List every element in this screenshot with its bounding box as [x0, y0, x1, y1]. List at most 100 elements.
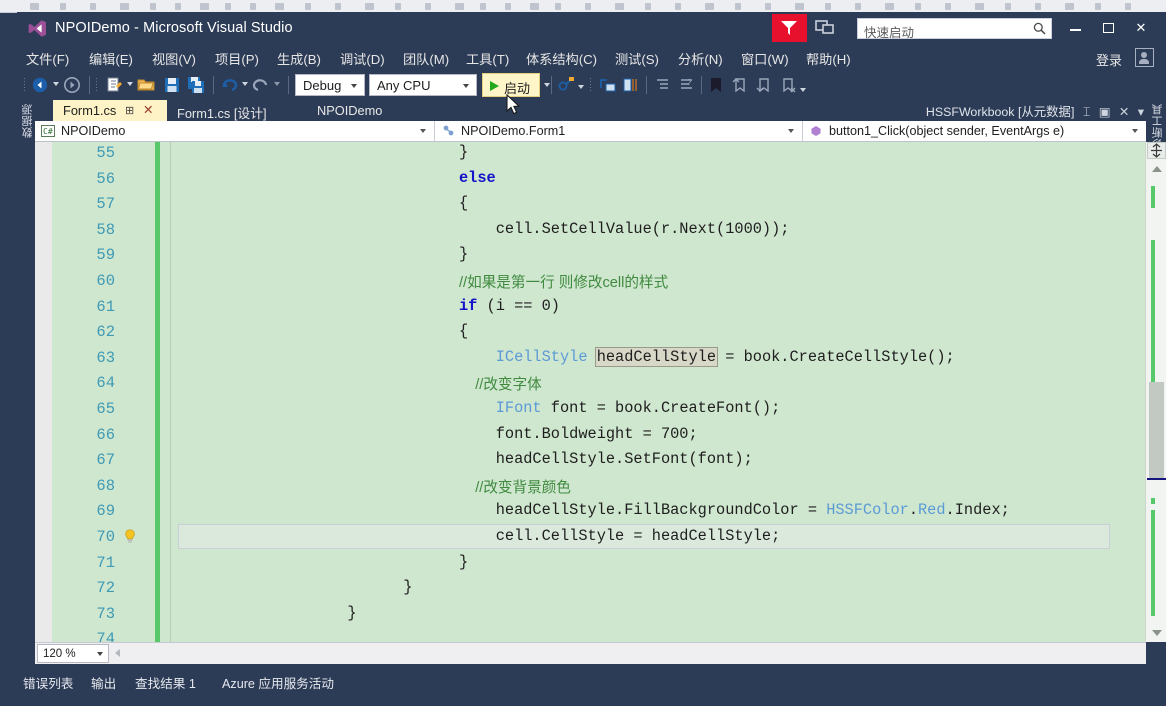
bottom-tab-3[interactable]: 查找结果 1: [135, 673, 196, 692]
menu-item-3[interactable]: 视图(V): [148, 47, 200, 70]
code-line[interactable]: 57 {: [35, 191, 1146, 217]
navbar-project-dropdown[interactable]: C# NPOIDemo: [35, 121, 435, 141]
code-line[interactable]: 58 cell.SetCellValue(r.Next(1000));: [35, 217, 1146, 243]
code-line[interactable]: 70 cell.CellStyle = headCellStyle;: [35, 524, 1146, 550]
menu-item-4[interactable]: 项目(P): [211, 47, 263, 70]
code-line[interactable]: 56 else: [35, 166, 1146, 192]
send-feedback-icon[interactable]: [772, 14, 807, 42]
toolbar-glyph: [30, 3, 39, 10]
split-view-handle[interactable]: [1147, 142, 1166, 159]
bottom-tab-4[interactable]: Azure 应用服务活动: [222, 673, 334, 692]
scroll-up-arrow[interactable]: [1152, 166, 1162, 172]
editor-vertical-scrollbar[interactable]: [1145, 142, 1166, 642]
minimize-button[interactable]: [1061, 16, 1089, 40]
hssfworkbook-tab-label[interactable]: HSSFWorkbook [从元数据]: [926, 105, 1075, 119]
start-dropdown-icon[interactable]: [544, 83, 550, 87]
new-project-dropdown-icon[interactable]: [127, 82, 133, 86]
code-line[interactable]: 68 //改变背景颜色: [35, 473, 1146, 499]
code-line[interactable]: 60 //如果是第一行 则修改cell的样式: [35, 268, 1146, 294]
close-button[interactable]: ✕: [1127, 16, 1155, 40]
comment-icon[interactable]: [599, 76, 617, 94]
code-line[interactable]: 61 if (i == 0): [35, 294, 1146, 320]
save-all-icon[interactable]: [187, 76, 205, 94]
zoom-level-combo[interactable]: 120 %: [37, 644, 109, 663]
menu-item-1[interactable]: 文件(F): [22, 47, 73, 70]
editor-tab-3[interactable]: NPOIDemo: [307, 100, 427, 121]
close-icon[interactable]: ✕: [143, 102, 153, 117]
vs-main-window: NPOIDemo - Microsoft Visual Studio 快速启动: [17, 12, 1166, 706]
bottom-tab-1[interactable]: 错误列表: [23, 673, 73, 692]
uncomment-icon[interactable]: [622, 76, 640, 94]
menu-item-2[interactable]: 编辑(E): [85, 47, 137, 70]
bookmark-icon[interactable]: [707, 76, 725, 94]
code-line[interactable]: 64 //改变字体: [35, 370, 1146, 396]
code-line[interactable]: 55}: [35, 142, 1146, 166]
close-icon[interactable]: ✕: [1119, 104, 1129, 119]
code-line[interactable]: 63 ICellStyle headCellStyle = book.Creat…: [35, 345, 1146, 371]
menu-item-12[interactable]: 窗口(W): [737, 47, 793, 70]
next-bookmark-icon: [755, 76, 773, 94]
navbar-type-dropdown[interactable]: NPOIDemo.Form1: [435, 121, 803, 141]
menu-item-5[interactable]: 生成(B): [273, 47, 325, 70]
code-line[interactable]: 72}: [35, 575, 1146, 601]
left-dock-tab-1[interactable]: 数据源: [20, 104, 36, 138]
menu-item-9[interactable]: 体系结构(C): [522, 47, 601, 70]
code-text: headCellStyle.SetFont(font);: [459, 450, 753, 468]
code-line[interactable]: 74: [35, 626, 1146, 642]
maximize-button[interactable]: [1094, 16, 1122, 40]
code-token: else: [459, 168, 496, 187]
toolbar-grip[interactable]: [23, 77, 26, 93]
code-line[interactable]: 59}: [35, 242, 1146, 268]
code-token: HSSFColor: [826, 501, 909, 520]
chevron-down-icon[interactable]: ▾: [1138, 104, 1144, 119]
menu-item-10[interactable]: 测试(S): [611, 47, 663, 70]
code-editor[interactable]: 55} 56 else 57 {58 cell.SetCellValue(r.Next(…: [35, 142, 1146, 642]
undo-dropdown-icon[interactable]: [242, 82, 248, 86]
code-line[interactable]: 71}: [35, 550, 1146, 576]
float-icon[interactable]: ▣: [1099, 104, 1111, 119]
menu-item-7[interactable]: 团队(M): [399, 47, 453, 70]
save-icon[interactable]: [163, 76, 181, 94]
menu-item-8[interactable]: 工具(T): [462, 47, 513, 70]
code-line[interactable]: 62 {: [35, 319, 1146, 345]
navigate-back-dropdown-icon[interactable]: [53, 82, 59, 86]
scrollbar-thumb[interactable]: [1149, 382, 1164, 480]
editor-tab-1[interactable]: Form1.cs ⊞ ✕: [53, 100, 167, 121]
pin-icon[interactable]: ⊞: [125, 104, 134, 117]
solution-platform-combo[interactable]: Any CPU: [369, 74, 477, 96]
sign-in-link[interactable]: 登录: [1096, 50, 1122, 69]
play-icon: [490, 81, 499, 91]
navbar-member-dropdown[interactable]: button1_Click(object sender, EventArgs e…: [803, 121, 1146, 141]
editor-tab-2[interactable]: Form1.cs [设计]: [167, 100, 307, 121]
bottom-tab-2[interactable]: 输出: [91, 673, 116, 692]
new-project-icon[interactable]: [105, 76, 123, 94]
toolbar-grip[interactable]: [95, 77, 98, 93]
solution-configuration-combo[interactable]: Debug: [295, 74, 365, 96]
window-layout-icon[interactable]: [814, 17, 838, 39]
navigate-back-icon[interactable]: [31, 76, 49, 94]
code-line[interactable]: 66 font.Boldweight = 700;: [35, 422, 1146, 448]
code-text: //改变字体: [459, 373, 542, 394]
code-line[interactable]: 67 headCellStyle.SetFont(font);: [35, 447, 1146, 473]
undo-icon[interactable]: [220, 76, 238, 94]
chevron-down-icon: [463, 84, 469, 88]
menu-item-11[interactable]: 分析(N): [674, 47, 727, 70]
account-icon[interactable]: [1135, 48, 1154, 67]
menu-item-13[interactable]: 帮助(H): [802, 47, 855, 70]
pin-icon[interactable]: ⌶: [1083, 105, 1090, 120]
toolbar-grip[interactable]: [589, 77, 592, 93]
toolbar-overflow-icon[interactable]: [800, 88, 806, 92]
open-file-icon[interactable]: [137, 76, 155, 94]
window-title: NPOIDemo - Microsoft Visual Studio: [55, 20, 293, 36]
menu-item-6[interactable]: 调试(D): [336, 47, 389, 70]
navbar-project-label: NPOIDemo: [61, 124, 126, 138]
code-line[interactable]: 73}: [35, 601, 1146, 627]
scroll-left-arrow[interactable]: [115, 649, 120, 657]
code-line[interactable]: 69 headCellStyle.FillBackgroundColor = H…: [35, 498, 1146, 524]
scroll-down-arrow[interactable]: [1152, 630, 1162, 636]
quick-launch-box[interactable]: 快速启动: [857, 18, 1052, 40]
code-line[interactable]: 65 IFont font = book.CreateFont();: [35, 396, 1146, 422]
lightbulb-icon[interactable]: [123, 529, 137, 543]
attach-dropdown-icon[interactable]: [578, 85, 584, 89]
attach-process-icon[interactable]: [557, 76, 575, 94]
